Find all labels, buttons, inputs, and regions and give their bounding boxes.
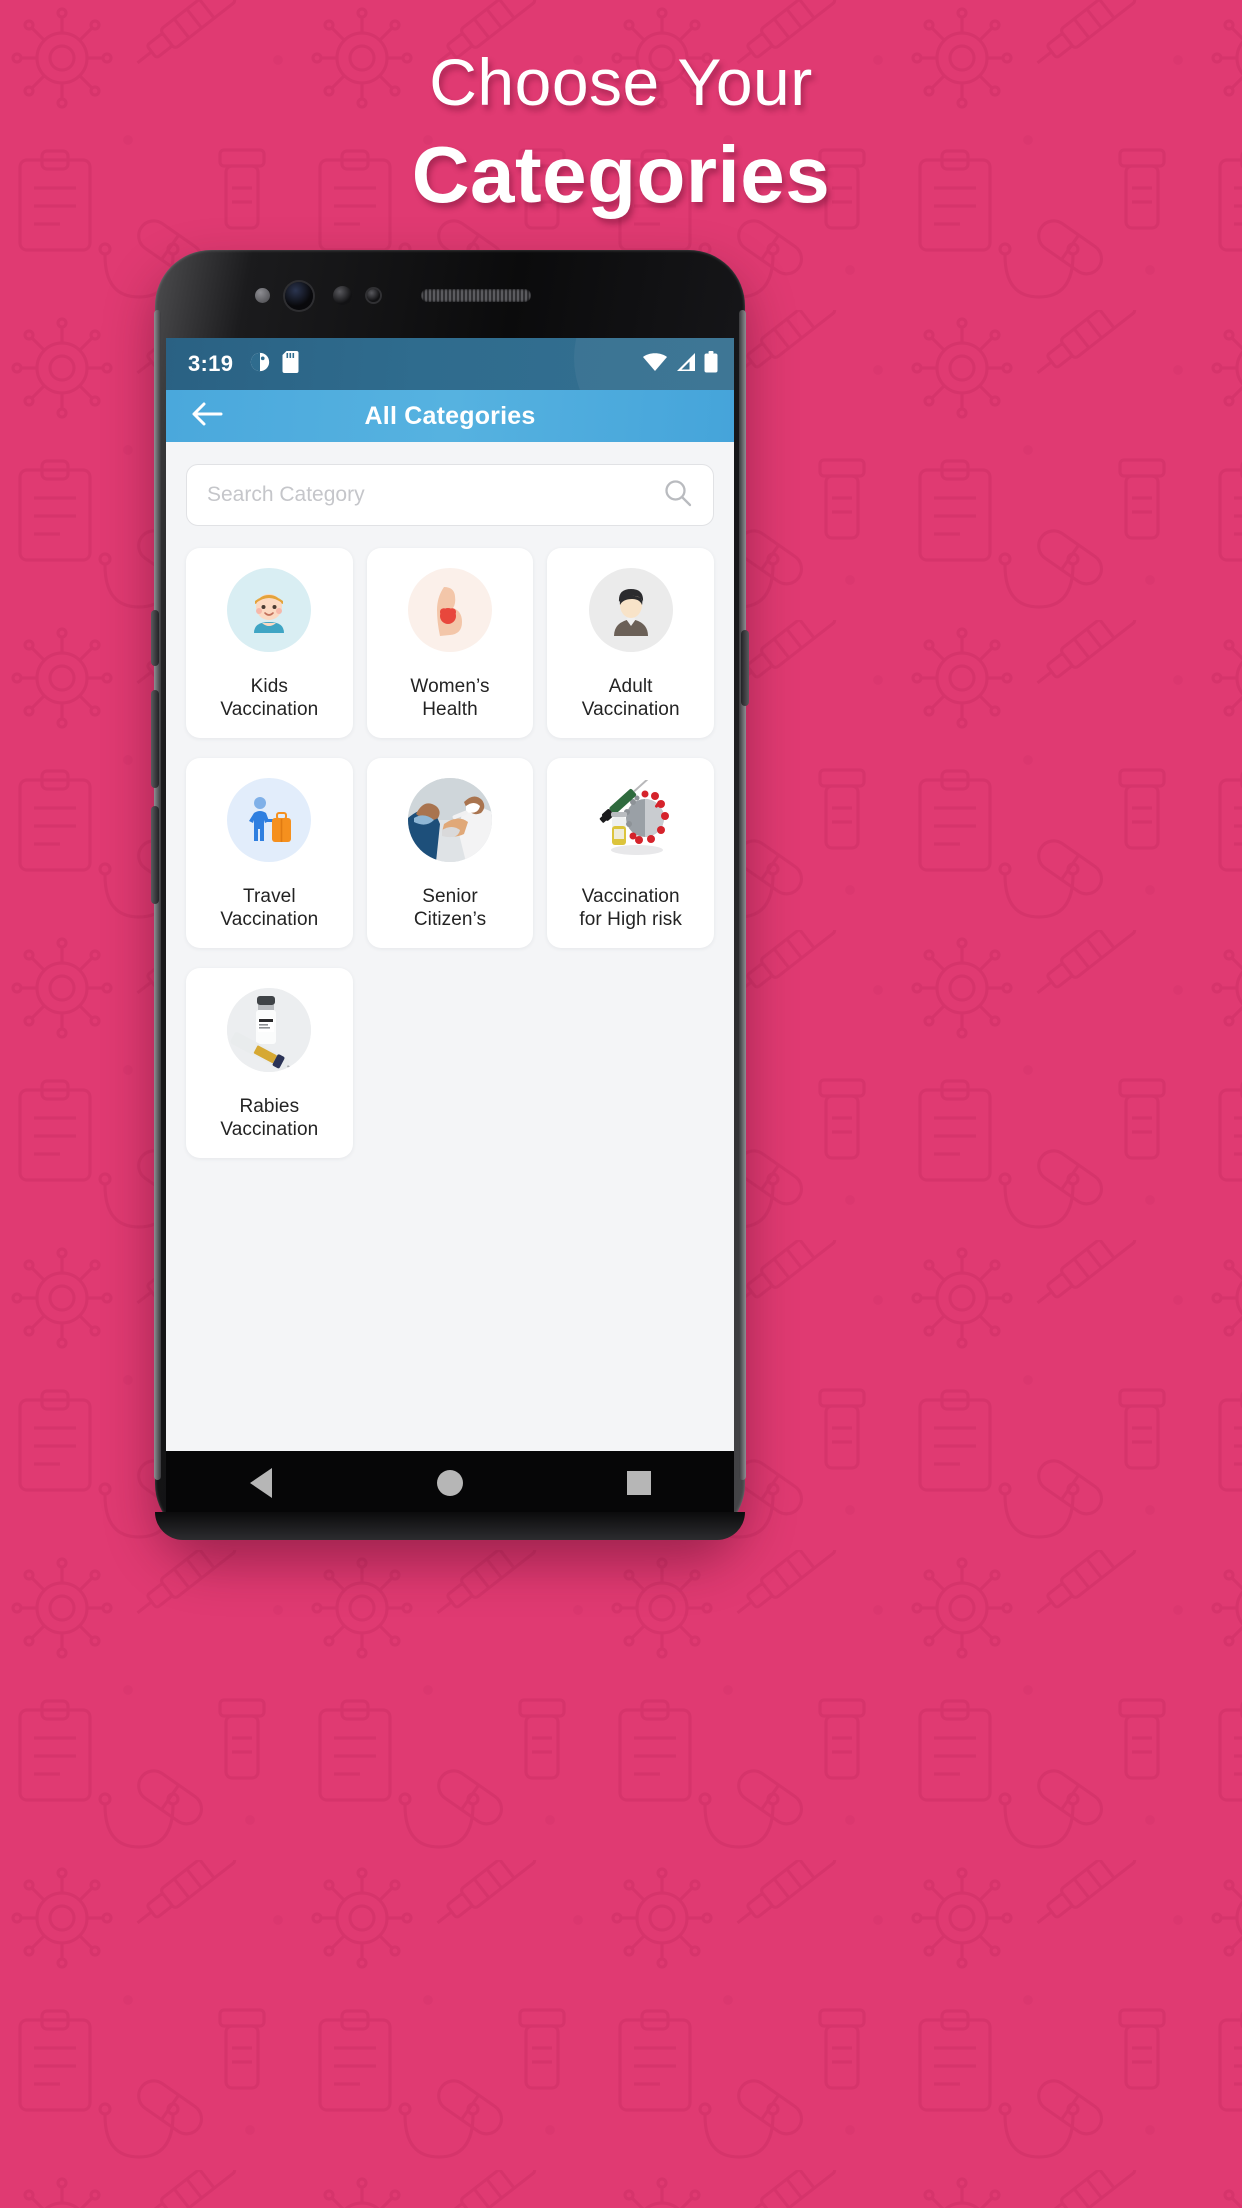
status-bar: 3:19 bbox=[166, 338, 734, 448]
wifi-icon bbox=[642, 352, 668, 377]
category-label-line1: Senior bbox=[422, 885, 478, 907]
proximity-sensor-icon bbox=[255, 288, 270, 303]
search-field[interactable] bbox=[186, 464, 714, 526]
pregnant-woman-icon bbox=[407, 568, 492, 652]
traveler-luggage-icon bbox=[227, 778, 312, 862]
category-label: Kids Vaccination bbox=[220, 675, 318, 727]
search-icon[interactable] bbox=[663, 478, 693, 513]
phone-right-rail bbox=[739, 310, 746, 1480]
earpiece-speaker bbox=[421, 289, 531, 302]
category-label-line2: Health bbox=[422, 699, 478, 721]
signal-icon bbox=[675, 352, 697, 377]
syringe-virus-photo bbox=[588, 778, 673, 862]
categories-content: Kids Vaccination W bbox=[166, 442, 734, 1451]
category-card-senior-citizens[interactable]: Senior Citizen’s bbox=[366, 758, 534, 948]
category-card-adult-vaccination[interactable]: Adult Vaccination bbox=[547, 548, 714, 738]
nav-back-button[interactable] bbox=[226, 1460, 296, 1506]
android-navigation-bar bbox=[166, 1451, 734, 1515]
phone-volume-up-button[interactable] bbox=[151, 690, 159, 788]
phone-screen: 3:19 All Categories Search Category Kids… bbox=[166, 338, 734, 1451]
sd-card-icon bbox=[282, 350, 301, 378]
category-label: Senior Citizen’s bbox=[414, 885, 486, 937]
battery-icon bbox=[704, 350, 718, 378]
search-input[interactable] bbox=[207, 483, 663, 507]
category-label-line1: Vaccination bbox=[581, 885, 680, 907]
back-triangle-icon bbox=[249, 1468, 272, 1498]
vaccine-vial-syringe-photo bbox=[227, 988, 312, 1072]
category-label-line1: Kids bbox=[250, 675, 288, 697]
category-card-womens-health[interactable]: Women’s Health bbox=[366, 548, 534, 738]
category-label: Vaccination for High risk bbox=[579, 885, 682, 937]
category-label-line2: Vaccination bbox=[220, 1119, 319, 1141]
category-label: Adult Vaccination bbox=[582, 675, 680, 727]
light-sensor-icon bbox=[367, 289, 380, 302]
headline-line-1: Choose Your bbox=[429, 45, 813, 119]
category-card-vaccination-for-high-risk[interactable]: Vaccination for High risk bbox=[547, 758, 714, 948]
page-title: Choose Your Categories bbox=[0, 44, 1242, 222]
arrow-left-icon bbox=[191, 401, 223, 432]
status-bar-clock: 3:19 bbox=[188, 351, 234, 376]
headline-line-2: Categories bbox=[411, 129, 831, 219]
back-button[interactable] bbox=[186, 395, 228, 437]
category-label: Rabies Vaccination bbox=[220, 1095, 318, 1147]
category-grid: Kids Vaccination Women’s Health Adult Va… bbox=[186, 548, 714, 1158]
iris-scanner-icon bbox=[333, 286, 352, 305]
phone-top-bezel bbox=[163, 258, 737, 330]
app-bar: All Categories bbox=[166, 390, 734, 442]
phone-volume-down-button[interactable] bbox=[151, 806, 159, 904]
category-label-line2: Vaccination bbox=[220, 909, 319, 931]
app-bar-title: All Categories bbox=[364, 401, 536, 430]
category-label: Women’s Health bbox=[410, 675, 489, 727]
category-label-line1: Rabies bbox=[239, 1095, 300, 1117]
child-face-icon bbox=[227, 568, 312, 652]
category-card-rabies-vaccination[interactable]: Rabies Vaccination bbox=[186, 968, 353, 1158]
category-card-travel-vaccination[interactable]: Travel Vaccination bbox=[186, 758, 353, 948]
category-card-kids-vaccination[interactable]: Kids Vaccination bbox=[186, 548, 353, 738]
senior-vaccination-photo bbox=[407, 778, 492, 862]
contrast-icon bbox=[249, 351, 271, 378]
nav-recents-button[interactable] bbox=[604, 1460, 674, 1506]
home-circle-icon bbox=[436, 1470, 463, 1496]
category-label-line1: Travel bbox=[242, 885, 296, 907]
category-label: Travel Vaccination bbox=[220, 885, 318, 937]
recents-square-icon bbox=[627, 1471, 652, 1495]
phone-mockup: 3:19 All Categories Search Category Kids… bbox=[151, 250, 749, 1540]
category-label-line2: Vaccination bbox=[581, 699, 680, 721]
category-label-line1: Adult bbox=[608, 675, 653, 697]
phone-bixby-button[interactable] bbox=[151, 610, 159, 666]
phone-power-button[interactable] bbox=[741, 630, 749, 706]
front-camera-icon bbox=[285, 282, 313, 310]
category-label-line2: for High risk bbox=[579, 909, 682, 931]
nav-home-button[interactable] bbox=[415, 1460, 485, 1506]
adult-man-icon bbox=[588, 568, 673, 652]
category-label-line2: Citizen’s bbox=[413, 909, 487, 931]
category-label-line1: Women’s bbox=[410, 675, 490, 697]
category-label-line2: Vaccination bbox=[220, 699, 319, 721]
phone-bottom-bezel bbox=[155, 1512, 745, 1540]
